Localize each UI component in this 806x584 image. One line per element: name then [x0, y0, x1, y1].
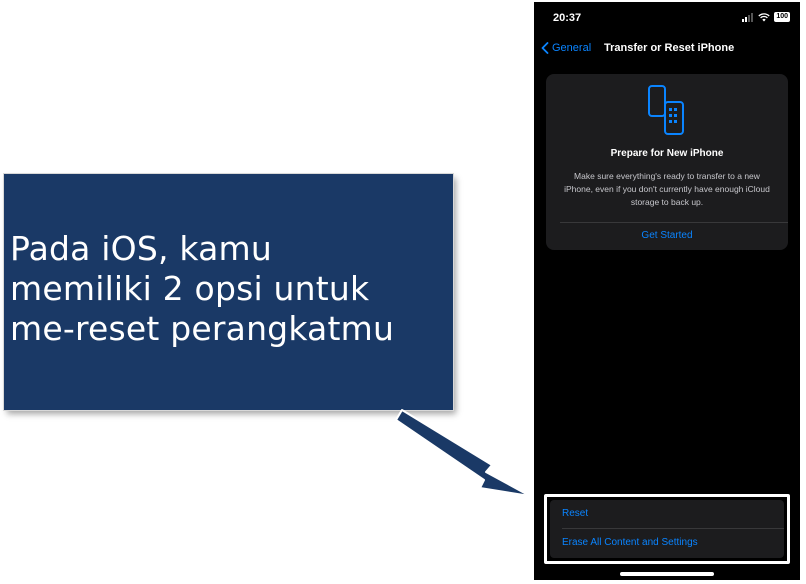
erase-all-button[interactable]: Erase All Content and Settings [550, 529, 784, 557]
chevron-left-icon [541, 42, 549, 54]
get-started-button[interactable]: Get Started [546, 230, 788, 241]
battery-icon: 100 [774, 12, 790, 22]
callout-text: Pada iOS, kamu memiliki 2 opsi untuk me-… [10, 229, 395, 348]
reset-label: Reset [562, 508, 589, 519]
wifi-icon [758, 12, 770, 21]
reset-options-list: Reset Erase All Content and Settings [550, 500, 784, 558]
phones-transfer-icon [648, 85, 684, 135]
status-icons: 100 [742, 12, 790, 22]
back-button[interactable]: General [541, 42, 591, 54]
back-label: General [552, 42, 592, 54]
reset-options-highlight: Reset Erase All Content and Settings [544, 494, 790, 564]
page-title: Transfer or Reset iPhone [604, 42, 735, 54]
status-bar: 20:37 100 [534, 2, 800, 32]
card-description: Make sure everything's ready to transfer… [564, 171, 770, 207]
signal-icon [742, 12, 754, 22]
callout-box: Pada iOS, kamu memiliki 2 opsi untuk me-… [4, 174, 453, 410]
card-divider [560, 222, 788, 223]
prepare-card: Prepare for New iPhone Make sure everyth… [546, 74, 788, 250]
phone-screen: 20:37 100 General Transfer or Reset iPho… [534, 2, 800, 580]
erase-all-label: Erase All Content and Settings [562, 537, 698, 548]
status-time: 20:37 [553, 12, 582, 24]
reset-button[interactable]: Reset [550, 500, 784, 528]
navigation-bar: General Transfer or Reset iPhone [534, 36, 800, 62]
card-title: Prepare for New iPhone [610, 148, 724, 159]
home-indicator[interactable] [620, 572, 714, 576]
